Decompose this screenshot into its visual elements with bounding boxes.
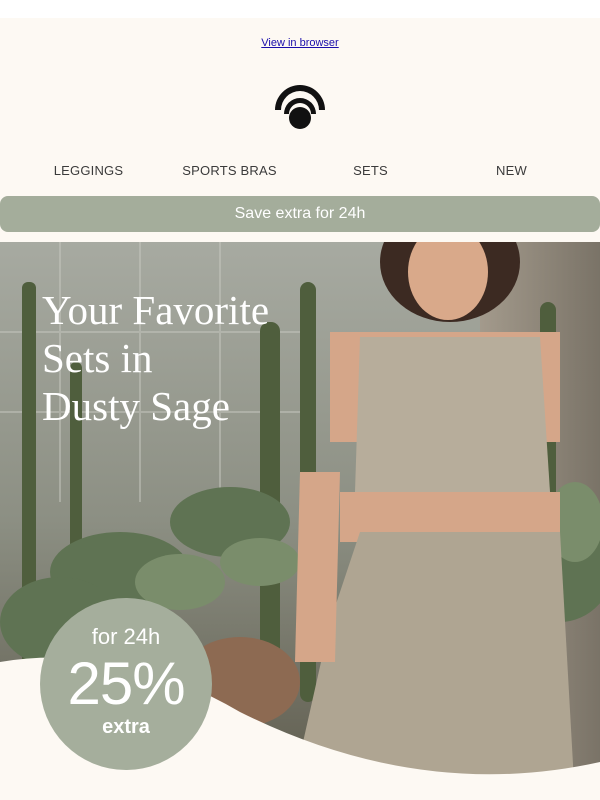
nav-item-sports-bras[interactable]: SPORTS BRAS — [159, 163, 300, 178]
hero-headline-line: Sets in — [42, 335, 153, 381]
nav-item-new[interactable]: NEW — [441, 163, 582, 178]
badge-label: extra — [102, 716, 150, 738]
nav-item-leggings[interactable]: LEGGINGS — [18, 163, 159, 178]
hero-headline: Your Favorite Sets in Dusty Sage — [42, 286, 342, 430]
hero-banner[interactable]: Your Favorite Sets in Dusty Sage for 24h… — [0, 242, 600, 800]
discount-badge: for 24h 25% extra — [40, 598, 212, 770]
badge-percent: 25% — [67, 650, 185, 717]
view-in-browser-link[interactable]: View in browser — [0, 37, 600, 49]
email-page: View in browser LEGGINGS SPORTS BRAS SET… — [0, 18, 600, 800]
nav-item-sets[interactable]: SETS — [300, 163, 441, 178]
main-nav: LEGGINGS SPORTS BRAS SETS NEW — [18, 163, 582, 178]
hero-headline-line: Dusty Sage — [42, 383, 230, 429]
badge-duration: for 24h — [91, 624, 161, 649]
brand-logo-icon[interactable] — [272, 78, 328, 134]
promo-banner[interactable]: Save extra for 24h — [0, 196, 600, 232]
hero-headline-line: Your Favorite — [42, 287, 270, 333]
